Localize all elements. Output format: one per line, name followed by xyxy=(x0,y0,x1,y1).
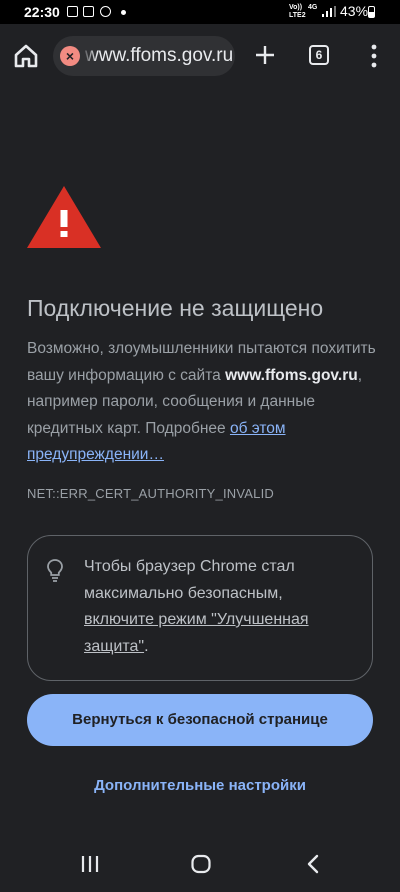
enable-enhanced-protection-link[interactable]: включите режим "Улучшенная защита" xyxy=(84,611,309,655)
battery-icon xyxy=(368,6,375,18)
more-notifications-icon xyxy=(121,10,126,15)
battery-percent: 43% xyxy=(340,3,369,19)
tip-text-part: Чтобы браузер Chrome стал максимально бе… xyxy=(84,558,295,602)
new-tab-icon[interactable] xyxy=(253,43,277,67)
network-indicator: Vo)) LTE2 xyxy=(289,4,306,20)
tip-text-end: . xyxy=(144,637,149,655)
advanced-settings-link[interactable]: Дополнительные настройки xyxy=(0,777,400,794)
tab-switcher-button[interactable]: 6 xyxy=(309,45,329,65)
home-icon[interactable] xyxy=(12,42,40,70)
warning-description: Возможно, злоумышленники пытаются похити… xyxy=(27,336,377,469)
notification-icon xyxy=(67,6,78,17)
back-to-safety-button[interactable]: Вернуться к безопасной странице xyxy=(27,694,373,746)
status-bar: 22:30 Vo)) LTE2 4G 43% xyxy=(0,0,400,24)
more-options-icon[interactable] xyxy=(364,43,384,69)
enhanced-protection-card: Чтобы браузер Chrome стал максимально бе… xyxy=(27,535,373,681)
page-title: Подключение не защищено xyxy=(27,295,324,321)
volte-label: Vo)) xyxy=(289,4,303,11)
address-bar[interactable]: www.ffoms.gov.ru × xyxy=(53,36,235,76)
system-navigation-bar xyxy=(0,838,400,892)
recent-apps-icon[interactable] xyxy=(81,855,99,873)
lightbulb-icon xyxy=(47,559,63,582)
error-code: NET::ERR_CERT_AUTHORITY_INVALID xyxy=(27,486,274,501)
lte-label: LTE2 xyxy=(289,12,306,19)
status-time: 22:30 xyxy=(24,4,60,20)
signal-icon xyxy=(322,6,336,17)
tip-text: Чтобы браузер Chrome стал максимально бе… xyxy=(84,554,344,660)
warning-triangle-icon xyxy=(27,186,101,248)
url-fade xyxy=(81,36,97,76)
not-secure-icon[interactable]: × xyxy=(60,46,80,66)
shield-notification-icon xyxy=(83,6,94,17)
network-type-label: 4G xyxy=(308,4,318,11)
browser-toolbar: www.ffoms.gov.ru × 6 xyxy=(0,24,400,88)
pinterest-notification-icon xyxy=(100,6,111,17)
url-text[interactable]: www.ffoms.gov.ru xyxy=(85,45,233,67)
home-nav-icon[interactable] xyxy=(191,854,211,874)
site-name: www.ffoms.gov.ru xyxy=(225,366,358,384)
back-icon[interactable] xyxy=(306,854,320,874)
